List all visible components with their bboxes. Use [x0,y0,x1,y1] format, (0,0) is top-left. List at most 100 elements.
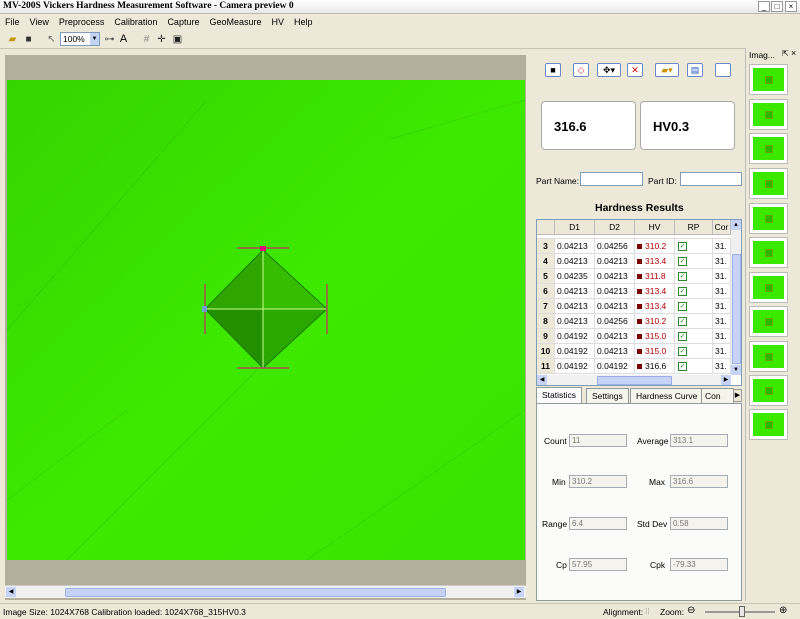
part-id-input[interactable] [680,172,742,186]
table-row[interactable]: 6 0.04213 0.04213 313.4 ✓ 31. [537,284,731,299]
rp-checkbox[interactable]: ✓ [678,332,687,341]
scroll-left-icon[interactable]: ◀ [6,587,16,597]
table-row[interactable]: 5 0.04235 0.04213 311.8 ✓ 31. [537,269,731,284]
image-horizontal-scrollbar[interactable]: ◀ ▶ [5,585,526,598]
rp-checkbox[interactable]: ✓ [678,257,687,266]
measure-diamond-icon[interactable]: ◇ [573,63,589,77]
column-header-d2[interactable]: D2 [595,220,635,235]
menu-file[interactable]: File [0,17,25,27]
thumbnail[interactable] [749,203,788,234]
thumbnail[interactable] [749,133,788,164]
crosshair-icon[interactable]: ✛ [155,33,168,46]
move-icon[interactable]: ✥▾ [597,63,621,77]
minimize-button[interactable]: _ [758,1,770,12]
grid-icon[interactable]: # [140,33,153,46]
thumbnail[interactable] [749,99,788,130]
tab-con[interactable]: Con [701,388,734,404]
cell-cor: 31. [713,329,731,344]
thumbnail-header: Imag... [749,50,775,60]
text-tool-button[interactable]: A [117,33,130,46]
camera-preview[interactable] [7,80,525,560]
table-row-partial [537,235,731,239]
min-field: 310.2 [569,475,627,488]
rp-checkbox[interactable]: ✓ [678,272,687,281]
save-icon[interactable]: ■ [22,33,35,46]
scroll-right-icon[interactable]: ▶ [514,587,524,597]
rp-checkbox[interactable]: ✓ [678,302,687,311]
zoom-in-icon[interactable]: ⊕ [779,605,787,616]
zoom-out-icon[interactable]: ⊖ [687,605,695,616]
ruler-icon[interactable]: ⊶ [103,33,116,46]
max-label: Max [649,477,666,487]
scroll-right-icon[interactable]: ▶ [721,375,731,385]
column-header-hv[interactable]: HV [635,220,675,235]
results-vertical-scrollbar[interactable]: ▲ ▼ [731,220,741,375]
thumbnail[interactable] [749,272,788,303]
table-row[interactable]: 3 0.04213 0.04256 310.2 ✓ 31. [537,239,731,254]
thumbnail[interactable] [749,409,788,440]
thumbnail[interactable] [749,341,788,372]
rp-checkbox[interactable]: ✓ [678,287,687,296]
scrollbar-thumb[interactable] [597,376,672,385]
results-table[interactable]: D1 D2 HV RP Cor 3 0.04213 0.04256 310.2 ✓ 31.… [536,219,742,386]
tab-settings[interactable]: Settings [586,388,629,404]
menu-calibration[interactable]: Calibration [109,17,162,27]
close-icon[interactable]: × [791,48,796,58]
marker-icon [637,288,642,294]
scroll-up-icon[interactable]: ▲ [731,220,741,230]
menu-preprocess[interactable]: Preprocess [54,17,110,27]
table-row[interactable]: 7 0.04213 0.04213 313.4 ✓ 31. [537,299,731,314]
menu-capture[interactable]: Capture [162,17,204,27]
column-header-cor[interactable]: Cor [713,220,731,235]
menu-hv[interactable]: HV [267,17,290,27]
part-name-input[interactable] [580,172,643,186]
delete-icon[interactable]: ✕ [627,63,643,77]
zoom-select[interactable]: 100% ▼ [60,32,100,46]
stddev-label: Std Dev [637,519,668,529]
rp-checkbox[interactable]: ✓ [678,317,687,326]
scrollbar-thumb[interactable] [732,254,741,364]
pointer-icon[interactable]: ↖ [45,33,58,46]
open-folder-icon[interactable]: ▰▾ [655,63,679,77]
results-horizontal-scrollbar[interactable]: ◀ ▶ [537,375,731,385]
column-header-rp[interactable]: RP [675,220,713,235]
rp-checkbox[interactable]: ✓ [678,242,687,251]
cell-cor: 31. [713,284,731,299]
report-icon[interactable]: ▤ [687,63,703,77]
table-row[interactable]: 11 0.04192 0.04192 316.6 ✓ 31. [537,359,731,374]
tab-scroll-right-icon[interactable]: ▶ [733,389,742,402]
menu-geomeasure[interactable]: GeoMeasure [204,17,266,27]
scroll-down-icon[interactable]: ▼ [731,365,741,375]
scrollbar-thumb[interactable] [65,588,446,597]
table-row[interactable]: 9 0.04192 0.04213 315.0 ✓ 31. [537,329,731,344]
menu-help[interactable]: Help [289,17,318,27]
camera-icon[interactable]: ▣ [171,33,184,46]
close-button[interactable]: × [785,1,797,12]
table-row[interactable]: 10 0.04192 0.04213 315.0 ✓ 31. [537,344,731,359]
thumbnail[interactable] [749,237,788,268]
zoom-slider-handle[interactable] [739,606,745,617]
blank-page-icon[interactable] [715,63,731,77]
alignment-label: Alignment: [603,607,644,617]
tab-hardness-curve[interactable]: Hardness Curve [630,388,704,404]
table-row[interactable]: 4 0.04213 0.04213 313.4 ✓ 31. [537,254,731,269]
thumbnail[interactable] [749,306,788,337]
pin-icon[interactable]: ⇱ [782,49,789,58]
count-label: Count [544,436,567,446]
camera-icon[interactable]: ■ [545,63,561,77]
open-folder-icon[interactable]: ▰ [6,33,19,46]
rp-checkbox[interactable]: ✓ [678,347,687,356]
thumbnail[interactable] [749,64,788,95]
scroll-left-icon[interactable]: ◀ [537,375,547,385]
tab-statistics[interactable]: Statistics [536,387,583,404]
maximize-button[interactable]: □ [771,1,783,12]
cell-rp: ✓ [675,284,713,299]
menu-view[interactable]: View [25,17,54,27]
grid-icon[interactable]: ⁞⁞ [645,606,650,616]
thumbnail[interactable] [749,168,788,199]
rp-checkbox[interactable]: ✓ [678,362,687,371]
thumbnail[interactable] [749,375,788,406]
cell-cor: 31. [713,314,731,329]
table-row[interactable]: 8 0.04213 0.04256 310.2 ✓ 31. [537,314,731,329]
column-header-d1[interactable]: D1 [555,220,595,235]
